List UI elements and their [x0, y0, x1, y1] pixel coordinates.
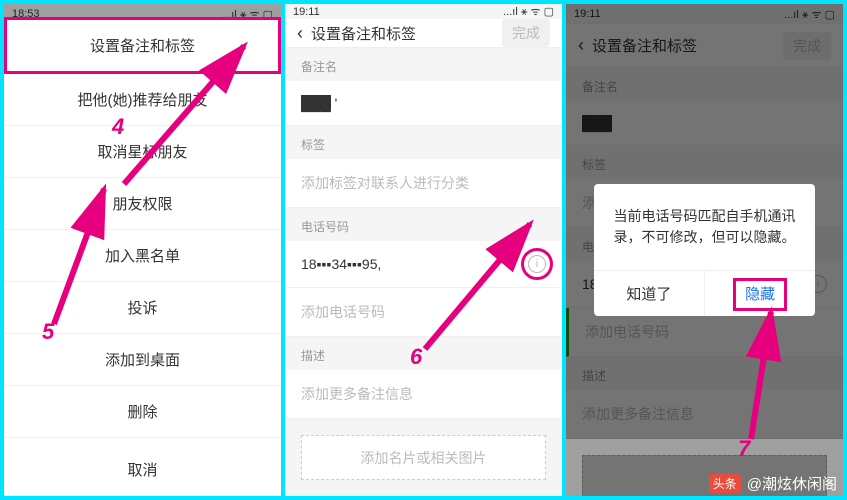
action-sheet: 设置备注和标签 把他(她)推荐给朋友 取消星标朋友 朋友权限 加入黑名单 投诉 … [4, 17, 281, 496]
back-icon[interactable]: ‹ [297, 23, 303, 44]
header: ‹ 设置备注和标签 完成 [285, 19, 562, 48]
watermark-icon: 头条 [709, 474, 741, 493]
step-7: 7 [738, 436, 750, 462]
label-phone: 电话号码 [285, 208, 562, 241]
done-button[interactable]: 完成 [502, 19, 550, 47]
step-5: 5 [42, 319, 54, 345]
sheet-recommend[interactable]: 把他(她)推荐给朋友 [4, 74, 281, 126]
status-time: 19:11 [293, 6, 320, 18]
watermark-text: @潮炫休闲阁 [747, 473, 837, 494]
dialog-hide-button[interactable]: 隐藏 [705, 271, 815, 316]
sheet-permission[interactable]: 朋友权限 [4, 178, 281, 230]
card-upload[interactable]: 添加名片或相关图片 [301, 435, 546, 480]
status-icons: ...ıl ⚹ ᯤ ▢ [503, 4, 554, 19]
sheet-set-remark[interactable]: 设置备注和标签 [4, 17, 281, 74]
desc-input[interactable]: 添加更多备注信息 [285, 370, 562, 419]
label-tag: 标签 [285, 126, 562, 159]
sheet-delete[interactable]: 删除 [4, 386, 281, 438]
remark-input[interactable]: ███ ' [285, 81, 562, 126]
phone-screen-2: 19:11 ...ıl ⚹ ᯤ ▢ ‹ 设置备注和标签 完成 备注名 ███ '… [285, 4, 562, 496]
phone-value: 18▪▪▪34▪▪▪95, [301, 256, 381, 272]
dialog-backdrop: 当前电话号码匹配自手机通讯录，不可修改，但可以隐藏。 知道了 隐藏 [566, 4, 843, 496]
phone-row[interactable]: 18▪▪▪34▪▪▪95, i [285, 241, 562, 288]
watermark: 头条 @潮炫休闲阁 [709, 473, 837, 494]
step-6: 6 [410, 344, 422, 370]
tag-input[interactable]: 添加标签对联系人进行分类 [285, 159, 562, 208]
info-icon[interactable]: i [528, 255, 546, 273]
dialog-message: 当前电话号码匹配自手机通讯录，不可修改，但可以隐藏。 [594, 184, 816, 270]
add-phone[interactable]: 添加电话号码 [285, 288, 562, 337]
step-4: 4 [112, 114, 124, 140]
phone-screen-1: 18:53 ...ıl ⚹ ᯤ ▢ ‹ ••• 潮炫休闲阁 ★ 设置备注和标签 … [4, 4, 281, 496]
label-remark: 备注名 [285, 48, 562, 81]
sheet-unstar[interactable]: 取消星标朋友 [4, 126, 281, 178]
phone-screen-3: 19:11 ...ıl ⚹ ᯤ ▢ ‹ 设置备注和标签 完成 备注名 ███ 标… [566, 4, 843, 496]
status-bar: 19:11 ...ıl ⚹ ᯤ ▢ [285, 4, 562, 19]
header-title: 设置备注和标签 [311, 23, 502, 44]
label-desc: 描述 [285, 337, 562, 370]
sheet-blacklist[interactable]: 加入黑名单 [4, 230, 281, 282]
dialog-ok-button[interactable]: 知道了 [594, 271, 705, 316]
sheet-cancel[interactable]: 取消 [4, 444, 281, 496]
dialog: 当前电话号码匹配自手机通讯录，不可修改，但可以隐藏。 知道了 隐藏 [594, 184, 816, 316]
